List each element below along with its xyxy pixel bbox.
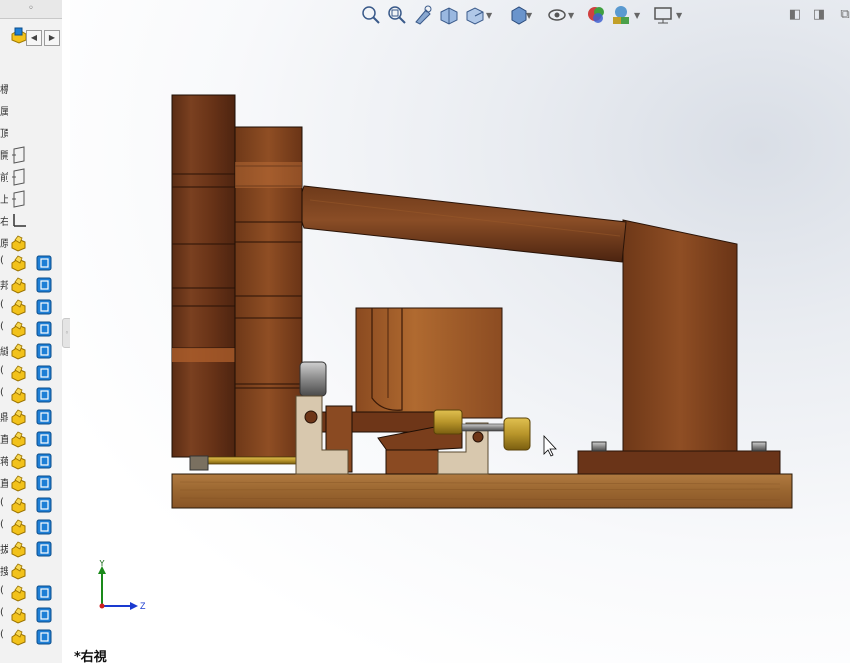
center-box[interactable] <box>355 307 503 419</box>
brass-bearing[interactable] <box>433 409 463 435</box>
bracket-pin-2 <box>472 431 484 443</box>
steel-cap[interactable] <box>299 361 327 397</box>
drive-shaft[interactable] <box>461 423 507 432</box>
bracket-pin <box>304 410 318 424</box>
right-post[interactable] <box>622 219 738 452</box>
right-plinth[interactable] <box>577 450 781 475</box>
rod-clip <box>189 455 209 471</box>
view-orientation-label: *右視 <box>74 650 107 665</box>
mouse-cursor <box>543 434 557 457</box>
base-board[interactable] <box>171 473 793 509</box>
coordinate-triad: Y Z <box>98 560 146 611</box>
walking-beam[interactable] <box>299 185 627 263</box>
lower-block[interactable] <box>385 449 439 475</box>
brass-flywheel[interactable] <box>503 417 531 451</box>
cylinder-highlight <box>235 162 302 188</box>
left-column-band <box>172 348 235 362</box>
x-axis-dot <box>99 603 105 609</box>
y-axis-label: Y <box>99 560 105 568</box>
z-axis-arrow <box>130 602 138 610</box>
z-axis-label: Z <box>140 601 146 611</box>
left-column[interactable] <box>171 94 236 458</box>
